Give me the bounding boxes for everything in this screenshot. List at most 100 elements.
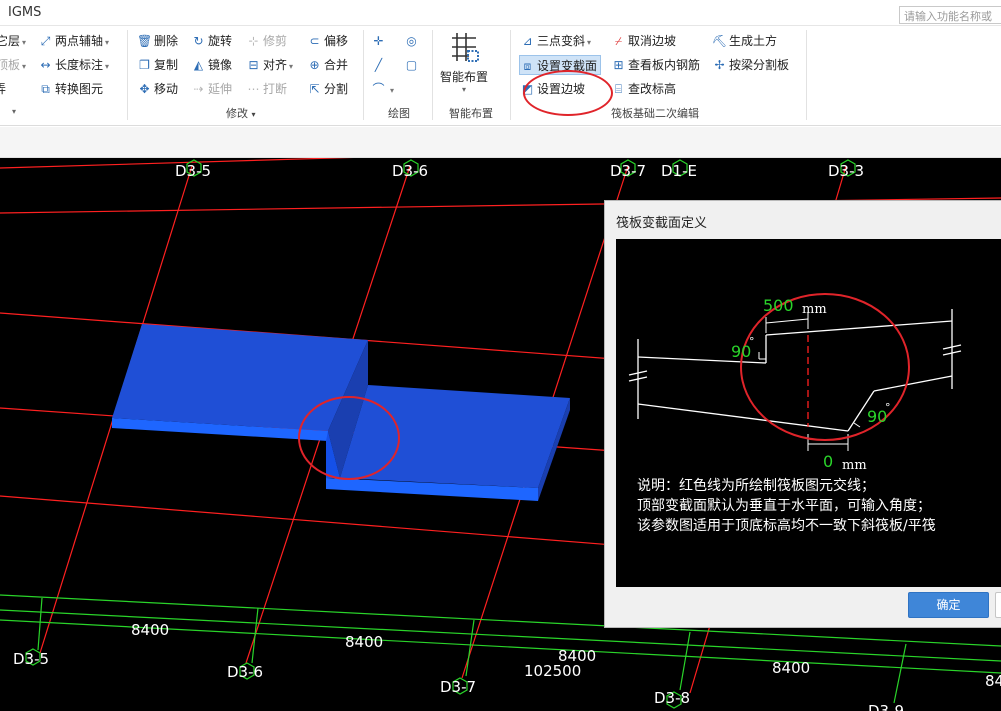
two-point-axis-icon: ⤢ (40, 34, 51, 48)
smart-layout-button[interactable]: 智能布置 ▾ (438, 30, 490, 100)
ok-button[interactable]: 确定 (908, 592, 989, 618)
split-icon: ⇱ (309, 82, 320, 96)
split-by-beam-button[interactable]: ✢ 按梁分割板 (712, 55, 789, 75)
merge-label: 合并 (324, 58, 349, 72)
offset-label: 偏移 (324, 34, 349, 48)
split-button[interactable]: ⇱ 分割 (307, 79, 348, 99)
circle-tool-button[interactable]: ◎ (404, 31, 421, 51)
rect-tool-button[interactable]: ▢ (404, 55, 421, 75)
chevron-down-icon: ▾ (22, 62, 27, 71)
arc-tool-button[interactable]: ⌒ ▾ (371, 79, 394, 99)
point-tool-button[interactable]: ✛ (371, 31, 388, 51)
view-elevation-button[interactable]: ⌸ 查改标高 (611, 79, 676, 99)
slab-button[interactable]: 顶板 ▾ (0, 55, 26, 75)
align-label: 对齐 (263, 58, 288, 72)
convert-element-button[interactable]: ⧉ 转换图元 (38, 79, 103, 99)
section-outline (628, 309, 962, 432)
axis-label-top-4: D1-E (661, 162, 697, 180)
view-rebar-button[interactable]: ⊞ 查看板内钢筋 (611, 55, 700, 75)
generate-earthwork-button[interactable]: ⛏ 生成土方 (712, 31, 777, 51)
chevron-down-icon: ▾ (289, 62, 294, 71)
smart-layout-icon (452, 33, 479, 62)
layer-button[interactable]: 它层 ▾ (0, 31, 26, 51)
app-title: IGMS (8, 5, 42, 20)
mirror-label: 镜像 (208, 58, 233, 72)
set-variable-section-button[interactable]: ⧈ 设置变截面 (519, 55, 602, 75)
move-button[interactable]: ✥ 移动 (137, 79, 178, 99)
copy-button[interactable]: ❐ 复制 (137, 55, 178, 75)
dialog-note-3: 该参数图适用于顶底标高均不一致下斜筏板/平筏 (637, 518, 936, 534)
mirror-button[interactable]: ◭ 镜像 (191, 55, 232, 75)
function-search-input[interactable]: 请输入功能名称或 (899, 6, 1001, 24)
three-point-slope-label: 三点变斜 (537, 34, 586, 48)
offset-icon: ⊂ (309, 34, 320, 48)
ribbon-separator (127, 30, 128, 120)
rectangle-icon: ▢ (405, 58, 418, 72)
toolbar-strip (0, 127, 1001, 158)
line-icon: ╱ (374, 58, 383, 72)
chevron-down-icon: ▾ (587, 38, 592, 47)
view-elevation-label: 查改标高 (628, 82, 677, 96)
chevron-down-icon: ▾ (22, 38, 27, 47)
set-edge-slope-button[interactable]: ◩ 设置边坡 (520, 79, 585, 99)
length-dimension-button[interactable]: ↔ 长度标注 ▾ (38, 55, 109, 75)
rotate-icon: ↻ (193, 34, 204, 48)
axis-label-bottom-1: D3-5 (13, 650, 49, 668)
misc-button[interactable]: 弄 (0, 79, 6, 99)
rotate-button[interactable]: ↻ 旋转 (191, 31, 232, 51)
dialog-note-1: 说明：红色线为所绘制筏板图元交线； (637, 478, 875, 494)
cancel-edge-slope-button[interactable]: ⌿ 取消边坡 (611, 31, 676, 51)
earthwork-icon: ⛏ (712, 34, 728, 48)
cancel-button[interactable] (995, 592, 1001, 618)
three-point-slope-button[interactable]: ⊿ 三点变斜 ▾ (520, 31, 591, 51)
dimension-label-4: 8400 (772, 659, 810, 677)
delete-button[interactable]: 🗑 删除 (137, 31, 178, 51)
edge-slope-icon: ◩ (521, 82, 534, 96)
misc-label: 弄 (0, 82, 7, 96)
axis-label-bottom-3: D3-7 (440, 678, 476, 696)
copy-label: 复制 (154, 58, 179, 72)
dialog-note-2: 顶部变截面默认为垂直于水平面，可输入角度； (637, 498, 931, 514)
variable-section-icon: ⧈ (523, 59, 532, 73)
two-point-axis-button[interactable]: ⤢ 两点辅轴 ▾ (38, 31, 109, 51)
ribbon-toolbar: 它层 ▾ 顶板 ▾ 弄 ▾ ⤢ 两点辅轴 ▾ ↔ 长度标注 ▾ ⧉ 转换图元 🗑 删除 ↻ 旋转 … (0, 26, 1001, 126)
chevron-down-icon: ▾ (105, 62, 110, 71)
axis-label-top-3: D3-7 (610, 162, 646, 180)
modify-group-label[interactable]: 修改 ▾ (226, 105, 256, 121)
set-edge-slope-label: 设置边坡 (537, 82, 586, 96)
break-label: 打断 (263, 82, 288, 96)
ribbon-separator (363, 30, 364, 120)
elevation-icon: ⌸ (614, 82, 623, 96)
offset-button[interactable]: ⊂ 偏移 (307, 31, 348, 51)
break-icon: ⋯ (247, 82, 260, 96)
cancel-slope-icon: ⌿ (614, 34, 623, 48)
layer-label: 它层 (0, 34, 21, 48)
dialog-title: 筏板变截面定义 (616, 216, 708, 231)
trim-label: 修剪 (263, 34, 288, 48)
length-dimension-label: 长度标注 (55, 58, 104, 72)
left-angle-degree: ° (749, 335, 755, 348)
break-button[interactable]: ⋯ 打断 (246, 79, 288, 99)
merge-button[interactable]: ⊕ 合并 (307, 55, 348, 75)
mirror-icon: ◭ (193, 58, 204, 72)
align-button[interactable]: ⊟ 对齐 ▾ (246, 55, 293, 75)
move-label: 移动 (154, 82, 179, 96)
crosshair-icon: ✛ (373, 34, 384, 48)
top-dim-unit: mm (802, 302, 827, 317)
align-icon: ⊟ (248, 58, 259, 72)
title-bar: IGMS 请输入功能名称或 (0, 0, 1001, 26)
chevron-down-icon[interactable]: ▾ (12, 102, 16, 122)
extend-button[interactable]: ⇢ 延伸 (191, 79, 232, 99)
trim-button[interactable]: ⊹ 修剪 (246, 31, 287, 51)
move-icon: ✥ (139, 82, 150, 96)
dimension-label-5: 84 (985, 672, 1001, 690)
bottom-dim-value: 0 (823, 452, 833, 471)
arc-icon: ⌒ (372, 82, 385, 96)
axis-label-top-2: D3-6 (392, 162, 428, 180)
delete-label: 删除 (154, 34, 179, 48)
length-dimension-icon: ↔ (40, 58, 51, 72)
total-dimension-label: 102500 (524, 662, 581, 680)
line-tool-button[interactable]: ╱ (371, 55, 388, 75)
convert-element-label: 转换图元 (55, 82, 104, 96)
slab-label: 顶板 (0, 58, 21, 72)
